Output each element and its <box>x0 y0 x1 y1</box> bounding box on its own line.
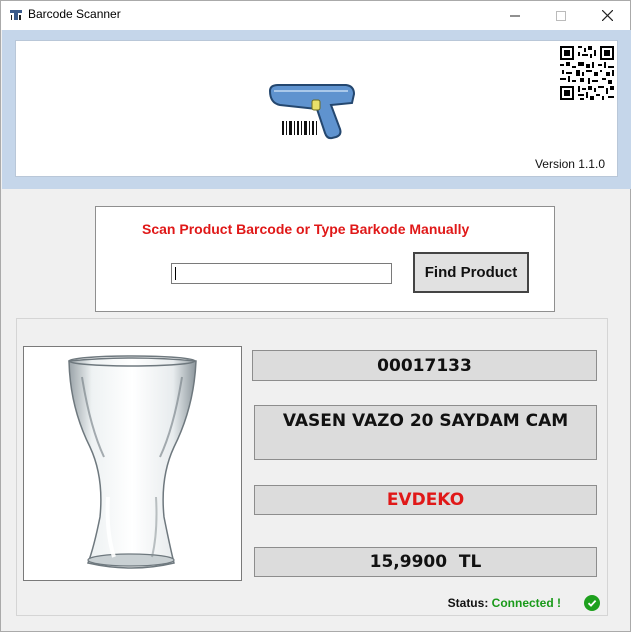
find-product-button[interactable]: Find Product <box>413 252 529 293</box>
glass-vase-image <box>68 355 197 569</box>
scan-panel: Scan Product Barcode or Type Barkode Man… <box>95 206 555 312</box>
minimize-button[interactable] <box>492 1 538 30</box>
app-window: Barcode Scanner Version 1.1.0 Scan Produ… <box>0 0 631 632</box>
product-brand-field: EVDEKO <box>254 485 597 515</box>
product-price: 15,9900 TL <box>369 552 482 572</box>
product-panel: 00017133 VASEN VAZO 20 SAYDAM CAM EVDEKO… <box>16 318 608 616</box>
product-brand: EVDEKO <box>386 490 465 510</box>
status-line: Status: Connected ! <box>448 596 561 610</box>
status-label: Status: <box>447 596 489 610</box>
barcode-scanner-icon <box>268 84 356 140</box>
qr-code-icon <box>560 46 614 100</box>
scan-prompt: Scan Product Barcode or Type Barkode Man… <box>142 221 470 237</box>
version-label: Version 1.1.0 <box>534 157 605 171</box>
product-price-field: 15,9900 TL <box>254 547 597 577</box>
app-icon <box>10 10 22 20</box>
maximize-button[interactable] <box>538 1 584 30</box>
close-button[interactable] <box>584 1 630 30</box>
product-code: 00017133 <box>377 355 472 376</box>
text-caret <box>175 267 176 280</box>
product-code-field: 00017133 <box>252 350 597 381</box>
window-title: Barcode Scanner <box>28 7 121 21</box>
product-name-field: VASEN VAZO 20 SAYDAM CAM <box>254 405 597 460</box>
title-bar[interactable]: Barcode Scanner <box>1 1 630 30</box>
minimize-icon <box>510 15 520 16</box>
maximize-icon <box>556 10 566 21</box>
check-circle-icon <box>584 595 600 611</box>
product-name: VASEN VAZO 20 SAYDAM CAM <box>282 411 569 431</box>
product-image <box>23 346 242 581</box>
header-panel: Version 1.1.0 <box>15 40 618 177</box>
barcode-input[interactable] <box>171 263 392 284</box>
close-icon <box>601 10 613 21</box>
status-value: Connected ! <box>491 596 561 610</box>
